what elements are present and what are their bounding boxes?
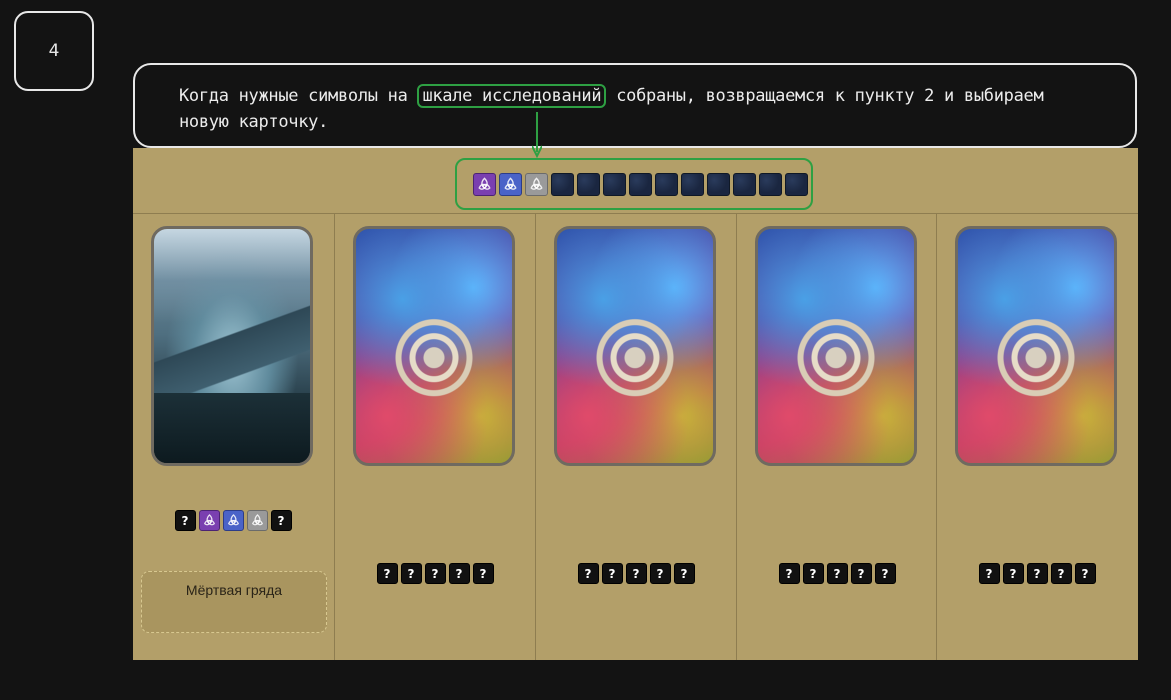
track-slot-empty [629,172,652,196]
track-slot-purple-symbol-icon [473,172,496,196]
track-slot-empty [577,172,600,196]
unknown-symbol-icon: ? [424,563,446,584]
hidden-symbols: ????? [737,563,937,584]
unknown-symbol-icon: ? [577,563,599,584]
pointer-arrow-icon [532,112,542,158]
face-down-card[interactable] [755,226,917,466]
face-down-card[interactable] [353,226,515,466]
research-track [455,158,813,210]
purple-symbol-icon [198,510,220,531]
track-slot-empty [603,172,626,196]
card-mountain-art [154,303,310,393]
column-5: ????? [937,214,1138,660]
unknown-symbol-icon: ? [802,563,824,584]
unknown-symbol-icon: ? [1026,563,1048,584]
instruction-highlight-research-track: шкале исследований [417,84,607,108]
location-name-box[interactable]: Мёртвая гряда [141,571,327,633]
column-2: ????? [335,214,536,660]
column-4: ????? [737,214,937,660]
unknown-symbol-icon: ? [850,563,872,584]
column-3: ????? [536,214,737,660]
step-number: 4 [48,41,60,61]
face-down-card[interactable] [554,226,716,466]
unknown-symbol-icon: ? [400,563,422,584]
step-number-badge: 4 [14,11,94,91]
unknown-symbol-icon: ? [778,563,800,584]
hidden-symbols: ????? [536,563,736,584]
blue-symbol-icon [222,510,244,531]
hidden-symbols: ????? [937,563,1137,584]
instruction-callout: Когда нужные символы на шкале исследован… [133,63,1137,148]
track-slot-empty [681,172,704,196]
column-1: ?? Мёртвая гряда [133,214,335,660]
unknown-symbol-icon: ? [1050,563,1072,584]
track-slot-gray-symbol-icon [525,172,548,196]
unknown-symbol-icon: ? [826,563,848,584]
track-slot-empty [785,172,808,196]
instruction-text-start: Когда нужные символы на [179,86,418,106]
location-name: Мёртвая гряда [185,582,283,598]
game-board: ?? Мёртвая гряда ????? ????? ????? ????? [133,148,1138,660]
location-card-landscape[interactable] [151,226,313,466]
unknown-symbol-icon: ? [376,563,398,584]
track-slot-empty [655,172,678,196]
unknown-symbol-icon: ? [448,563,470,584]
unknown-symbol-icon: ? [874,563,896,584]
hidden-symbols: ????? [335,563,535,584]
unknown-symbol-icon: ? [1002,563,1024,584]
track-slot-blue-symbol-icon [499,172,522,196]
unknown-symbol-icon: ? [625,563,647,584]
unknown-symbol-icon: ? [978,563,1000,584]
track-slot-empty [707,172,730,196]
gray-symbol-icon [246,510,268,531]
unknown-symbol-icon: ? [601,563,623,584]
unknown-symbol-icon: ? [1074,563,1096,584]
card-forest-art [154,393,310,463]
unknown-symbol-icon: ? [673,563,695,584]
track-slot-empty [759,172,782,196]
unknown-symbol-icon: ? [174,510,196,531]
unknown-symbol-icon: ? [270,510,292,531]
research-track-row [133,148,1138,214]
track-slot-empty [551,172,574,196]
face-down-card[interactable] [955,226,1117,466]
location-symbols: ?? [133,510,333,531]
unknown-symbol-icon: ? [649,563,671,584]
instruction-text: Когда нужные символы на шкале исследован… [179,83,1079,135]
track-slot-empty [733,172,756,196]
unknown-symbol-icon: ? [472,563,494,584]
